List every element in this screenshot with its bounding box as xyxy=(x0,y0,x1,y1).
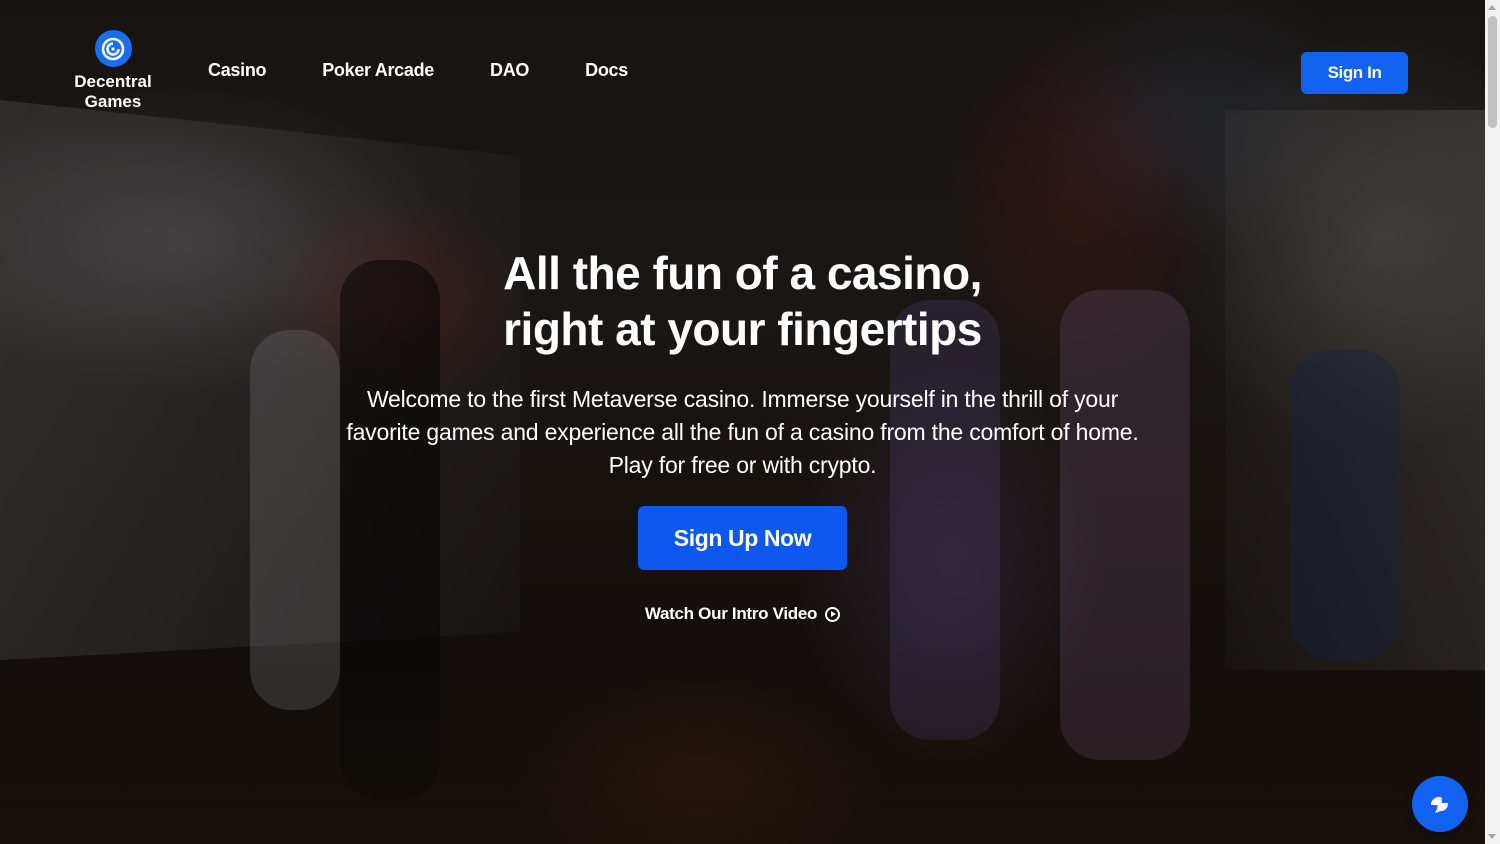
hero-subtitle-line1: Welcome to the first Metaverse casino. I… xyxy=(366,386,1119,412)
scroll-down-arrow-icon[interactable] xyxy=(1488,834,1496,839)
brand-name: Decentral Games xyxy=(58,72,168,112)
brand-name-line2: Games xyxy=(84,92,142,111)
page-scrollbar[interactable] xyxy=(1485,0,1500,844)
sign-in-button[interactable]: Sign In xyxy=(1301,52,1408,94)
decentral-games-logo-icon xyxy=(94,30,132,67)
hero-title-line1: All the fun of a casino, xyxy=(503,247,982,299)
play-circle-icon xyxy=(825,606,841,622)
scroll-up-arrow-icon[interactable] xyxy=(1488,5,1496,10)
hero-title-line2: right at your fingertips xyxy=(503,303,982,355)
nav-item-poker-arcade[interactable]: Poker Arcade xyxy=(322,60,434,81)
nav-item-dao[interactable]: DAO xyxy=(490,60,529,81)
site-header: Decentral Games Casino Poker Arcade DAO … xyxy=(0,0,1485,130)
brand-logo-link[interactable]: Decentral Games xyxy=(58,30,168,112)
hero-subtitle-line2: favorite games and experience all the fu… xyxy=(346,419,1139,445)
hero-section: All the fun of a casino, right at your f… xyxy=(0,245,1485,624)
watch-intro-video-label: Watch Our Intro Video xyxy=(644,604,818,623)
watch-intro-video-link[interactable]: Watch Our Intro Video xyxy=(644,604,841,624)
hero-title: All the fun of a casino, right at your f… xyxy=(503,245,982,357)
sign-up-now-button[interactable]: Sign Up Now xyxy=(638,506,847,570)
hero-subtitle-line3: Play for free or with crypto. xyxy=(608,452,877,478)
landing-page: Decentral Games Casino Poker Arcade DAO … xyxy=(0,0,1500,844)
scrollbar-thumb[interactable] xyxy=(1488,16,1497,128)
hero-subtitle: Welcome to the first Metaverse casino. I… xyxy=(313,383,1173,482)
nav-item-casino[interactable]: Casino xyxy=(208,60,267,81)
nav-item-docs[interactable]: Docs xyxy=(585,60,628,81)
chat-widget-button[interactable] xyxy=(1412,776,1468,832)
brand-name-line1: Decentral xyxy=(74,72,152,91)
main-nav: Casino Poker Arcade DAO Docs xyxy=(208,60,684,81)
chat-bubble-icon xyxy=(1431,797,1448,813)
